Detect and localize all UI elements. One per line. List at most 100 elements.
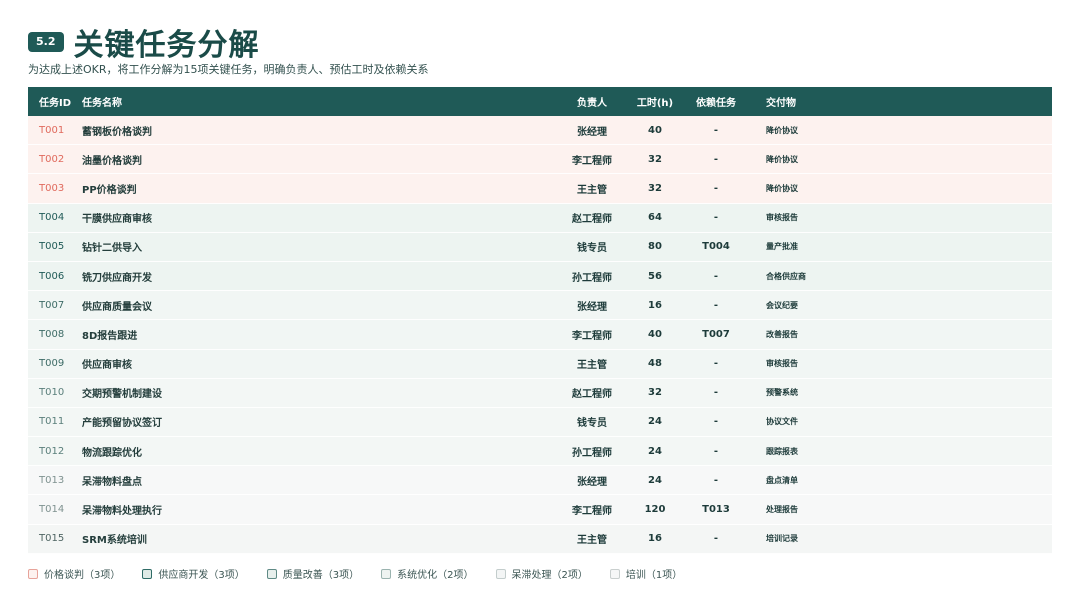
cell-task-name: 铣刀供应商开发 <box>82 272 152 284</box>
cell-dependency: - <box>713 387 719 399</box>
page-subtitle: 为达成上述OKR，将工作分解为15项关键任务，明确负责人、预估工时及依赖关系 <box>28 63 429 76</box>
header-dependency: 依赖任务 <box>696 98 736 109</box>
cell-task-name: 呆滞物料盘点 <box>82 476 142 488</box>
cell-owner: 张经理 <box>577 126 607 138</box>
legend-item: 呆滞处理（2项） <box>495 566 588 581</box>
cell-owner: 孙工程师 <box>572 272 612 284</box>
cell-hours: 40 <box>648 328 662 340</box>
cell-hours: 120 <box>644 504 666 516</box>
header-name: 任务名称 <box>82 98 122 109</box>
legend-item: 质量改善（3项） <box>266 566 360 581</box>
cell-dependency: - <box>713 182 719 194</box>
cell-task-id: T014 <box>39 504 65 516</box>
cell-deliverable: 会议纪要 <box>766 300 798 310</box>
cell-owner: 钱专员 <box>577 243 607 255</box>
header-id: 任务ID <box>39 98 72 109</box>
table-row: T010 交期预警机制建设 赵工程师 32 - 预警系统 <box>28 378 1052 408</box>
cell-deliverable: 降价协议 <box>766 125 798 135</box>
legend-label: 系统优化（2项） <box>397 570 474 581</box>
legend-label: 质量改善（3项） <box>282 570 360 581</box>
table-body: T001 蓄钢板价格谈判 张经理 40- 降价协议 T002 油墨价格谈判 李工程师 32- 降价… <box>28 116 1052 554</box>
cell-deliverable: 协议文件 <box>766 417 798 427</box>
cell-deliverable: 改善报告 <box>766 329 798 339</box>
cell-hours: 40 <box>648 124 662 136</box>
cell-task-id: T002 <box>39 153 65 165</box>
cell-task-name: 供应商质量会议 <box>82 301 152 313</box>
legend-swatch <box>28 568 38 579</box>
cell-task-name: 呆滞物料处理执行 <box>82 506 162 518</box>
cell-owner: 张经理 <box>577 476 607 488</box>
cell-owner: 李工程师 <box>572 155 612 167</box>
cell-task-id: T011 <box>39 416 65 428</box>
table-row: T005 钻针二供导入 钱专员 80 T004 量产批准 <box>28 232 1052 262</box>
legend: 价格谈判（3项） 供应商开发（3项） 质量改善（3项） 系统优化（2项） 呆滞处理（2项… <box>28 566 704 581</box>
table-row: T006 铣刀供应商开发 孙工程师 56 - 合格供应商 <box>28 261 1052 292</box>
cell-task-id: T005 <box>39 241 65 253</box>
cell-task-name: 干膜供应商审核 <box>82 214 152 226</box>
cell-hours: 56 <box>648 270 662 282</box>
table-row: T001 蓄钢板价格谈判 张经理 40 - 降价协议 <box>28 116 1052 146</box>
table-row: T008 8D报告跟进 李工程师 40 T007 改善报告 <box>28 320 1052 350</box>
cell-owner: 王主管 <box>577 535 607 547</box>
cell-owner: 张经理 <box>577 301 607 313</box>
cell-task-name: 8D报告跟进 <box>82 330 138 342</box>
table-row: T014 呆滞物料处理执行 李工程师 120 T013 处理报告 <box>28 495 1052 525</box>
cell-hours: 16 <box>648 299 662 311</box>
cell-dependency: T013 <box>702 504 730 516</box>
cell-owner: 王主管 <box>577 360 607 372</box>
cell-owner: 王主管 <box>577 184 607 196</box>
cell-deliverable: 量产批准 <box>766 242 798 252</box>
cell-owner: 李工程师 <box>572 506 612 518</box>
cell-dependency: - <box>713 299 719 311</box>
cell-dependency: - <box>713 153 719 165</box>
table-row: T013 呆滞物料盘点 张经理 24 - 盘点清单 <box>28 466 1052 496</box>
cell-task-name: 供应商审核 <box>82 360 132 372</box>
table-row: T004 干膜供应商审核 赵工程师 64 - 审核报告 <box>28 203 1052 233</box>
cell-task-id: T004 <box>39 212 65 224</box>
legend-label: 呆滞处理（2项） <box>511 570 588 581</box>
cell-deliverable: 审核报告 <box>766 213 798 223</box>
legend-item: 系统优化（2项） <box>381 566 474 581</box>
legend-swatch <box>609 568 620 579</box>
header-owner: 负责人 <box>577 98 607 109</box>
cell-hours: 32 <box>648 387 662 399</box>
cell-task-id: T008 <box>39 328 65 340</box>
cell-deliverable: 培训记录 <box>766 534 798 544</box>
cell-deliverable: 降价协议 <box>766 154 798 164</box>
header-hours: 工时(h) <box>636 98 674 109</box>
legend-label: 培训（1项） <box>625 570 683 581</box>
cell-task-id: T013 <box>39 474 65 486</box>
header-deliverable: 交付物 <box>766 98 796 109</box>
cell-task-id: T010 <box>39 387 65 399</box>
page-title: 关键任务分解 <box>73 28 260 63</box>
cell-task-id: T015 <box>39 533 65 545</box>
cell-owner: 赵工程师 <box>572 214 612 226</box>
cell-hours: 48 <box>648 358 662 370</box>
cell-task-name: 蓄钢板价格谈判 <box>82 126 152 138</box>
table-row: T002 油墨价格谈判 李工程师 32 - 降价协议 <box>28 145 1052 175</box>
cell-hours: 64 <box>648 212 662 224</box>
cell-task-id: T006 <box>39 270 65 282</box>
table-row: T011 产能预留协议签订 钱专员 24 - 协议文件 <box>28 407 1052 438</box>
table-row: T007 供应商质量会议 张经理 16 - 会议纪要 <box>28 291 1052 321</box>
cell-task-name: 产能预留协议签订 <box>82 418 162 430</box>
cell-owner: 孙工程师 <box>572 447 612 459</box>
cell-owner: 李工程师 <box>572 330 612 342</box>
cell-task-id: T003 <box>39 182 65 194</box>
cell-task-name: 钻针二供导入 <box>82 243 142 255</box>
section-badge: 5.2 <box>28 32 64 52</box>
cell-dependency: T004 <box>702 241 730 253</box>
cell-task-id: T012 <box>39 445 65 457</box>
cell-deliverable: 审核报告 <box>766 359 798 369</box>
table-row: T015 SRM系统培训 王主管 16 - 培训记录 <box>28 524 1052 554</box>
cell-deliverable: 处理报告 <box>766 505 798 515</box>
cell-deliverable: 盘点清单 <box>766 475 798 485</box>
legend-item: 价格谈判（3项） <box>28 566 120 581</box>
cell-task-name: 物流跟踪优化 <box>82 447 142 459</box>
cell-deliverable: 预警系统 <box>766 388 798 398</box>
cell-task-id: T001 <box>39 124 65 136</box>
cell-owner: 赵工程师 <box>572 389 612 401</box>
cell-dependency: - <box>713 270 719 282</box>
legend-swatch <box>381 568 392 579</box>
cell-hours: 24 <box>648 445 662 457</box>
